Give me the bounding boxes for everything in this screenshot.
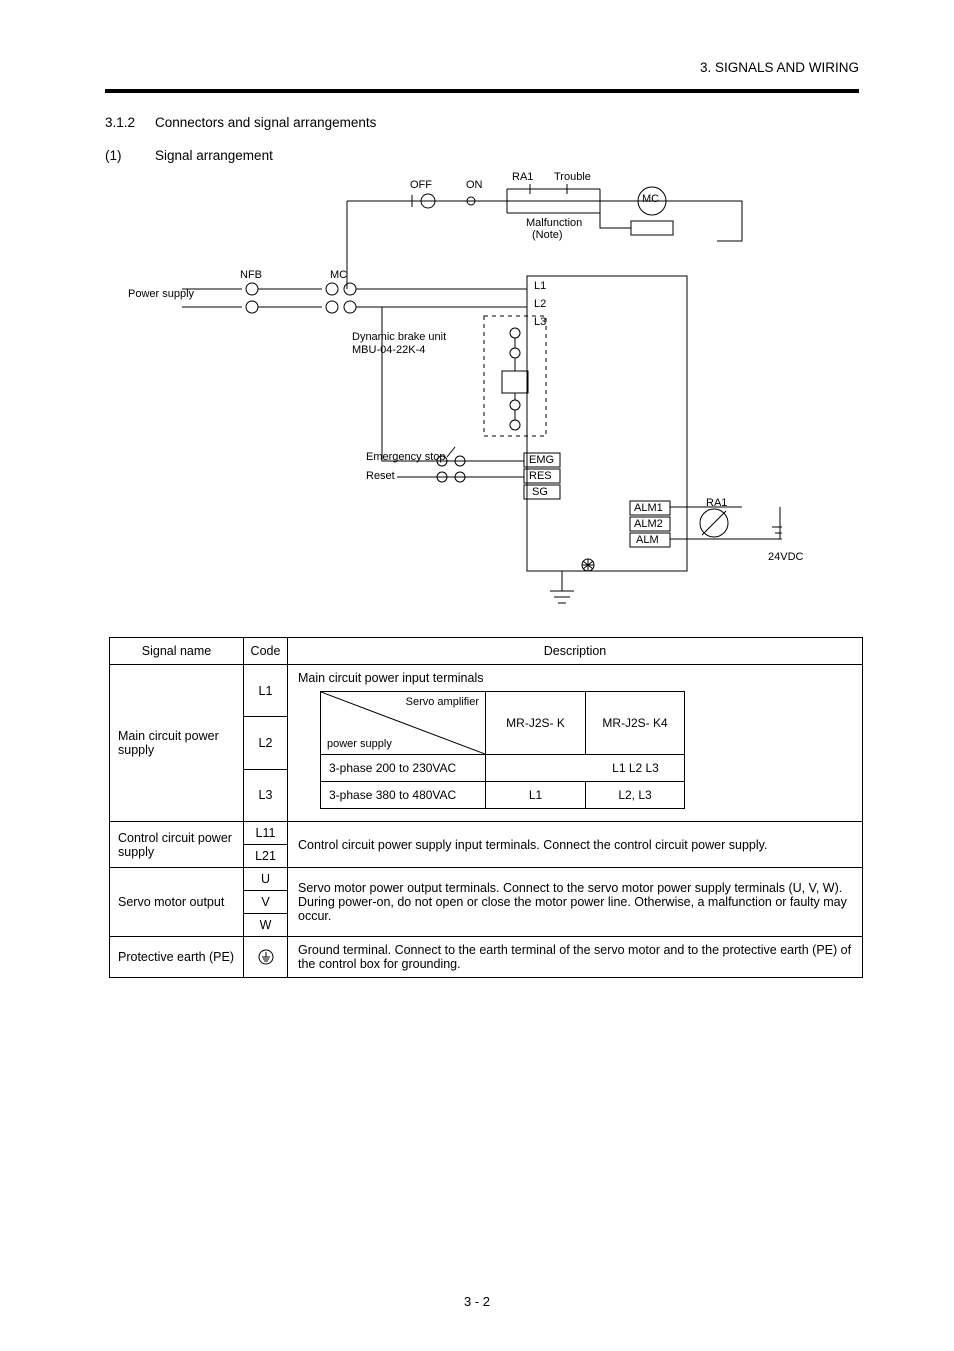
label-on: ON: [466, 179, 483, 191]
label-power: Power supply: [128, 288, 194, 300]
inner-bl: power supply: [327, 738, 392, 750]
label-sg: SG: [532, 486, 548, 498]
row-pe-label: Protective earth (PE): [110, 937, 244, 977]
label-dbu-title: Dynamic brake unit: [352, 331, 446, 343]
label-alm2: ALM2: [634, 518, 663, 530]
label-l1: L1: [534, 280, 546, 292]
section-number: 3.1.2: [105, 115, 155, 130]
label-emg: EMG: [529, 454, 554, 466]
signal-table: Signal name Code Description Main circui…: [109, 637, 863, 978]
label-res: RES: [529, 470, 552, 482]
row-servo-label: Servo motor output: [110, 868, 244, 936]
th-desc: Description: [288, 638, 862, 664]
row-ctrl-label: Control circuit power supply: [110, 822, 244, 867]
main-power-lead: Main circuit power input terminals: [298, 671, 852, 685]
label-l3: L3: [534, 316, 546, 328]
inner-diag-cell: Servo amplifier power supply: [321, 692, 486, 754]
label-dbu: MBU-04-22K-4: [352, 344, 425, 356]
label-l2: L2: [534, 298, 546, 310]
inner-r2-b: L2, L3: [586, 782, 684, 808]
code-u: U: [244, 868, 287, 890]
label-alm1: ALM1: [634, 502, 663, 514]
inner-r2-label: 3-phase 380 to 480VAC: [321, 782, 486, 808]
code-w: W: [244, 913, 287, 936]
label-reset-btn: Reset: [366, 470, 395, 482]
chapter-header: 3. SIGNALS AND WIRING: [105, 60, 859, 75]
label-alm: ALM: [636, 534, 659, 546]
code-v: V: [244, 890, 287, 913]
label-emg-btn: Emergency stop: [366, 451, 445, 463]
row-main-power-codes: L1 L2 L3: [244, 665, 288, 821]
label-24v: 24VDC: [768, 551, 803, 563]
inner-tr: Servo amplifier: [406, 696, 479, 708]
inner-h2: MR-J2S- K: [486, 692, 586, 754]
row-ctrl-codes: L11 L21: [244, 822, 288, 867]
label-ra1-top: RA1: [512, 171, 533, 183]
label-ra1b: RA1: [706, 497, 727, 509]
wiring-diagram: OFF ON RA1 Trouble Malfunction (Note) MC…: [182, 181, 782, 611]
header-rule: [105, 89, 859, 93]
inner-h3: MR-J2S- K4: [586, 692, 684, 754]
code-l3: L3: [244, 769, 287, 821]
diagram-svg: [182, 181, 782, 611]
earth-icon: [258, 949, 274, 965]
label-off: OFF: [410, 179, 432, 191]
intro-bullet: (1): [105, 148, 155, 163]
row-main-power-desc: Main circuit power input terminals Servo…: [288, 665, 862, 821]
inner-r1-a: L1 L2 L3: [612, 761, 659, 775]
code-l1: L1: [244, 665, 287, 716]
inner-power-table: Servo amplifier power supply MR-J2S- K M…: [320, 691, 685, 809]
row-ctrl-desc: Control circuit power supply input termi…: [288, 822, 862, 867]
code-pe: [244, 937, 288, 977]
inner-r1-label: 3-phase 200 to 230VAC: [321, 755, 486, 781]
chapter-text: 3. SIGNALS AND WIRING: [700, 60, 859, 75]
label-trouble: Trouble: [554, 171, 591, 183]
label-mc-right: MC: [642, 193, 659, 205]
code-l21: L21: [244, 844, 287, 867]
th-code: Code: [244, 638, 288, 664]
label-mc-left: MC: [330, 269, 347, 281]
row-servo-codes: U V W: [244, 868, 288, 936]
code-l2: L2: [244, 716, 287, 768]
code-l11: L11: [244, 822, 287, 844]
section-title: Connectors and signal arrangements: [155, 115, 376, 130]
label-som1: Malfunction: [526, 217, 582, 229]
row-servo-desc: Servo motor power output terminals. Conn…: [288, 868, 862, 936]
row-pe-desc: Ground terminal. Connect to the earth te…: [288, 937, 862, 977]
label-som-note: (Note): [532, 229, 563, 241]
intro-text: Signal arrangement: [155, 148, 273, 163]
label-nfb: NFB: [240, 269, 262, 281]
inner-r2-a: L1: [486, 782, 586, 808]
row-main-power-label: Main circuit power supply: [110, 665, 244, 821]
th-signal: Signal name: [110, 638, 244, 664]
page-number: 3 - 2: [0, 1294, 954, 1309]
